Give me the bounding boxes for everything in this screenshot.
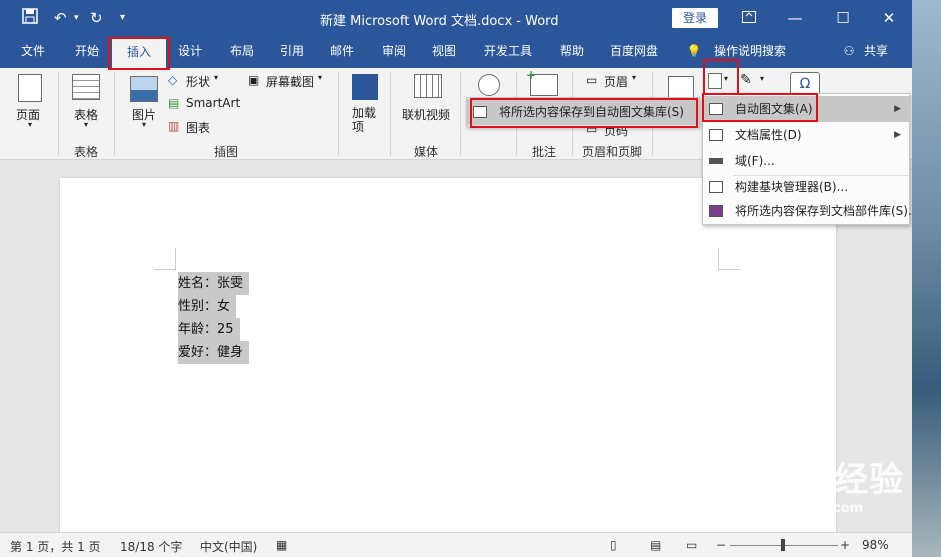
header-button[interactable]: 页眉 [604,73,628,90]
tab-mailings[interactable]: 邮件 [322,36,362,68]
shapes-button[interactable]: 形状 [186,73,210,90]
add-comment-icon: + [526,68,537,82]
tab-layout[interactable]: 布局 [222,36,262,68]
web-layout-icon[interactable]: ▭ [686,538,697,552]
group-label-illustrations: 插图 [214,145,239,159]
tab-references[interactable]: 引用 [272,36,312,68]
zoom-out-icon[interactable]: − [716,538,726,552]
group-label-table: 表格 [74,145,99,159]
save-gallery-icon [709,205,723,217]
margin-corner-top-right [718,248,740,270]
smartart-icon: ▤ [168,96,180,110]
print-layout-icon[interactable]: ▤ [650,538,661,552]
tab-file[interactable]: 文件 [12,36,54,68]
shapes-icon: ◇ [168,73,178,87]
tab-home[interactable]: 开始 [66,36,108,68]
doc-property-icon [709,129,723,141]
highlight-quick-parts [703,59,739,95]
picture-dropdown-icon[interactable]: ▾ [142,120,146,129]
person-icon: ⚇ [843,44,855,58]
addins-button[interactable]: 加载项 [352,106,380,134]
menu-item-field[interactable]: 域(F)... [703,148,909,174]
picture-icon[interactable] [130,76,158,102]
minimize-icon[interactable]: — [780,6,810,30]
highlight-insert-tab [108,37,170,70]
doc-line-hobby[interactable]: 爱好：健身 [178,341,250,364]
tab-review[interactable]: 审阅 [374,36,414,68]
screenshot-dropdown-icon[interactable]: ▾ [318,73,322,82]
status-language[interactable]: 中文(中国) [200,538,257,555]
signature-line-icon[interactable]: ✎ [740,72,752,88]
textbox-icon[interactable] [668,76,694,98]
tab-developer[interactable]: 开发工具 [478,36,538,68]
read-mode-icon[interactable]: ▯ [610,538,617,552]
group-label-media: 媒体 [414,145,439,159]
tab-help[interactable]: 帮助 [552,36,592,68]
share-button[interactable]: 共享 [860,36,892,68]
zoom-in-icon[interactable]: + [840,538,850,552]
undo-dropdown-icon[interactable]: ▾ [74,8,79,28]
lightbulb-icon: 💡 [686,44,702,58]
field-icon [709,158,723,164]
tab-design[interactable]: 设计 [170,36,210,68]
shapes-dropdown-icon[interactable]: ▾ [214,73,218,82]
signature-dropdown-icon[interactable]: ▾ [760,74,764,83]
zoom-slider-thumb[interactable] [781,539,785,551]
save-icon[interactable] [22,8,38,29]
tab-baidu-pan[interactable]: 百度网盘 [604,36,664,68]
baidu-watermark: Baidu经验 jingyan.baidu.com [720,452,904,516]
submenu-arrow-icon: ▶ [894,130,901,140]
tab-view[interactable]: 视图 [424,36,464,68]
status-word-count[interactable]: 18/18 个字 [120,538,182,555]
header-dropdown-icon[interactable]: ▾ [632,73,636,82]
header-icon: ▭ [586,73,598,87]
margin-corner-top-left [154,248,176,270]
undo-icon[interactable]: ↶ [54,8,67,28]
group-label-header-footer: 页眉和页脚 [582,145,643,159]
submenu-arrow-icon: ▶ [894,104,901,114]
addins-icon[interactable] [352,74,378,100]
menu-item-save-to-gallery[interactable]: 将所选内容保存到文档部件库(S)... [703,198,912,224]
page-icon[interactable] [18,74,42,102]
doc-line-age[interactable]: 年龄：25 [178,318,240,341]
login-button[interactable]: 登录 [672,8,718,28]
watermark-brand: Baidu经验 [720,460,905,500]
status-page-count[interactable]: 第 1 页，共 1 页 [10,538,101,555]
chart-button[interactable]: 图表 [186,119,210,136]
macro-record-icon[interactable]: ▦ [276,538,287,552]
desktop-background [912,0,941,557]
highlight-autotext-item [702,93,818,122]
watermark-url: jingyan.baidu.com [728,501,864,516]
menu-item-doc-property[interactable]: 文档属性(D) ▶ [703,122,909,148]
group-label-comments: 批注 [532,145,557,159]
close-icon[interactable]: ✕ [874,6,904,30]
online-video-button[interactable]: 联机视频 [402,106,450,123]
table-icon[interactable] [72,74,100,100]
customize-qat-icon[interactable]: ▾ [120,8,125,28]
ribbon-display-icon[interactable] [734,6,764,30]
redo-icon[interactable]: ↻ [90,8,103,28]
table-dropdown-icon[interactable]: ▾ [84,120,88,129]
link-icon[interactable] [478,74,500,96]
maximize-icon[interactable]: ☐ [828,6,858,30]
pages-dropdown-icon[interactable]: ▾ [28,120,32,129]
status-bar: 第 1 页，共 1 页 18/18 个字 中文(中国) ▦ ▯ ▤ ▭ − + … [0,532,912,557]
title-bar: ↶ ▾ ↻ ▾ 新建 Microsoft Word 文档.docx - Word… [0,0,912,36]
online-video-icon[interactable] [414,74,442,98]
screenshot-button[interactable]: 屏幕截图 [266,73,314,90]
window-title: 新建 Microsoft Word 文档.docx - Word [320,14,559,29]
building-blocks-icon [709,181,723,193]
screenshot-icon: ▣ [248,73,260,87]
smartart-button[interactable]: SmartArt [186,96,240,110]
doc-line-name[interactable]: 姓名：张雯 [178,272,250,295]
doc-line-gender[interactable]: 性别：女 [178,295,237,318]
menu-item-building-blocks[interactable]: 构建基块管理器(B)... [703,174,909,200]
zoom-level[interactable]: 98% [862,538,889,552]
highlight-save-autotext [470,98,698,128]
chart-icon: ▥ [168,119,180,133]
